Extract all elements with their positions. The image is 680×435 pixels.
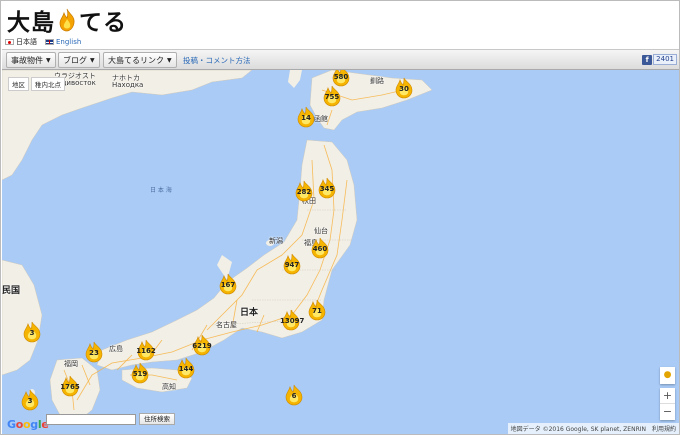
- posting-help-link[interactable]: 投稿・コメント方法: [183, 55, 251, 66]
- map-label-nakhodka: Находка: [112, 81, 144, 89]
- map-base-layer: [2, 70, 433, 423]
- uk-flag-icon: [45, 39, 54, 45]
- cluster-count: 14: [301, 114, 311, 122]
- map-label-sea: 日 本 海: [150, 187, 172, 194]
- cluster-count: 460: [312, 245, 328, 253]
- cluster-marker[interactable]: 167: [217, 273, 239, 295]
- caret-down-icon: ▼: [167, 56, 172, 64]
- cluster-count: 13097: [280, 317, 305, 325]
- logo-text-right: てる: [79, 9, 127, 36]
- map-label-niigata: 新潟: [269, 237, 283, 245]
- cluster-count: 3: [27, 397, 33, 405]
- language-switcher: 日本語 English: [5, 37, 81, 47]
- cluster-marker[interactable]: 460: [309, 237, 331, 259]
- map-label-korea: 民国: [2, 286, 21, 296]
- cluster-marker[interactable]: 23: [83, 341, 105, 363]
- address-search-button[interactable]: 住所検索: [139, 413, 175, 425]
- cluster-marker[interactable]: 345: [316, 177, 338, 199]
- cluster-marker[interactable]: 947: [281, 253, 303, 275]
- toolbar: 事故物件 ▼ ブログ ▼ 大島てるリンク ▼ 投稿・コメント方法 f 2401: [2, 49, 679, 70]
- cluster-marker[interactable]: 71: [306, 299, 328, 321]
- cluster-count: 6219: [192, 342, 212, 350]
- cluster-marker[interactable]: 1765: [59, 375, 81, 397]
- cluster-marker[interactable]: 3: [21, 321, 43, 343]
- cluster-marker[interactable]: 14: [295, 106, 317, 128]
- cluster-count: 167: [220, 281, 236, 289]
- map-label-hiroshima: 広島: [109, 345, 123, 353]
- street-view-pegman-icon[interactable]: ●: [660, 367, 675, 384]
- map-attribution[interactable]: 地図データ ©2016 Google, SK planet, ZENRIN 利用…: [507, 423, 679, 434]
- cluster-count: 282: [296, 188, 312, 196]
- cluster-marker[interactable]: 755: [321, 85, 343, 107]
- map-label-fukuoka: 福岡: [64, 360, 78, 368]
- cluster-count: 30: [399, 85, 409, 93]
- zoom-control: + −: [660, 388, 675, 420]
- map-label-kochi: 高知: [162, 383, 176, 391]
- cluster-count: 6: [291, 392, 297, 400]
- site-logo[interactable]: 大島 てる: [7, 5, 127, 36]
- caret-down-icon: ▼: [46, 56, 51, 64]
- cluster-marker[interactable]: 282: [293, 180, 315, 202]
- flame-logo-icon: [57, 8, 77, 32]
- cluster-marker[interactable]: 1162: [135, 339, 157, 361]
- japan-flag-icon: [5, 39, 14, 45]
- logo-text-left: 大島: [7, 9, 55, 36]
- cluster-count: 519: [132, 370, 148, 378]
- cluster-marker[interactable]: 144: [175, 357, 197, 379]
- page-frame: 大島 てる 日本語 English 事故物件 ▼ ブログ ▼ 大島てるリンク ▼ 投稿…: [0, 0, 680, 435]
- cluster-count: 23: [89, 349, 99, 357]
- cluster-marker[interactable]: 6219: [191, 334, 213, 356]
- map-label-japan: 日本: [240, 308, 259, 318]
- cluster-count: 3: [29, 329, 35, 337]
- facebook-like-count: 2401: [653, 54, 677, 65]
- zoom-out-button[interactable]: −: [660, 404, 675, 420]
- cluster-count: 947: [284, 261, 300, 269]
- cluster-marker[interactable]: 13097: [280, 309, 305, 331]
- google-logo[interactable]: Google: [7, 418, 49, 431]
- cluster-count: 1162: [136, 347, 156, 355]
- cluster-marker[interactable]: 30: [393, 77, 415, 99]
- address-search-input[interactable]: [46, 414, 136, 425]
- caret-down-icon: ▼: [90, 56, 95, 64]
- map-canvas[interactable]: ウラジオスト Владивосток ナホトカ Находка 日 本 海 民国…: [2, 70, 679, 434]
- blog-menu[interactable]: ブログ ▼: [58, 52, 100, 68]
- area-button-district[interactable]: 地区: [8, 77, 29, 91]
- zoom-in-button[interactable]: +: [660, 388, 675, 404]
- cluster-count: 1765: [60, 383, 80, 391]
- area-buttons: 地区 稚内北点: [8, 77, 65, 91]
- map-label-kushiro: 釧路: [370, 77, 384, 85]
- map-label-nagoya: 名古屋: [216, 321, 237, 329]
- cluster-marker[interactable]: 3: [19, 389, 41, 411]
- cluster-marker[interactable]: 519: [129, 362, 151, 384]
- links-menu[interactable]: 大島てるリンク ▼: [103, 52, 177, 68]
- cluster-count: 144: [178, 365, 194, 373]
- cluster-count: 71: [312, 307, 322, 315]
- accident-property-menu[interactable]: 事故物件 ▼: [6, 52, 56, 68]
- area-button-wakkanai[interactable]: 稚内北点: [31, 77, 65, 91]
- cluster-count: 755: [324, 93, 340, 101]
- language-japanese[interactable]: 日本語: [5, 37, 37, 47]
- map-label-sendai: 仙台: [314, 227, 328, 235]
- cluster-marker[interactable]: 6: [283, 384, 305, 406]
- language-english[interactable]: English: [45, 38, 81, 46]
- facebook-icon: f: [642, 54, 653, 65]
- cluster-count: 345: [319, 185, 335, 193]
- cluster-count: 580: [333, 73, 349, 81]
- facebook-like-widget[interactable]: f 2401: [642, 53, 677, 66]
